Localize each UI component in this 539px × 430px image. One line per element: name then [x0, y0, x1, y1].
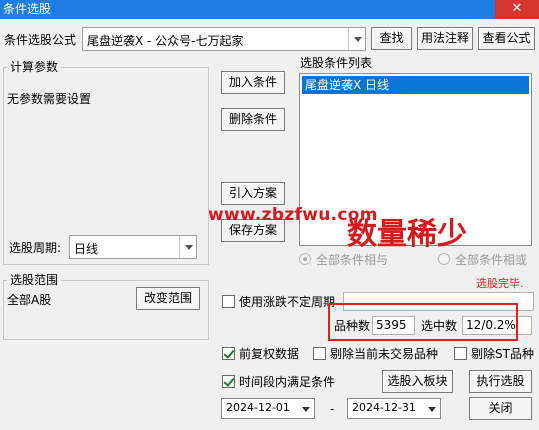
list-item[interactable]: 尾盘逆袭X 日线 — [302, 76, 529, 94]
scope-group-title: 选股范围 — [7, 273, 62, 287]
period-label: 选股周期: — [9, 241, 62, 255]
params-text: 无参数需要设置 — [7, 92, 92, 106]
window-titlebar: 条件选股 — [0, 0, 539, 19]
chevron-down-icon[interactable] — [299, 402, 312, 416]
window-title: 条件选股 — [3, 2, 52, 16]
time-range-checkbox[interactable] — [222, 375, 235, 388]
adjust-checkbox[interactable] — [222, 347, 235, 360]
condition-list-title: 选股条件列表 — [300, 56, 373, 70]
change-scope-button[interactable]: 改变范围 — [136, 287, 200, 310]
run-selection-button[interactable]: 执行选股 — [469, 370, 532, 393]
formula-select-value: 尾盘逆袭X - 公众号-七万起家 — [87, 34, 244, 48]
scope-text: 全部A股 — [7, 293, 52, 307]
find-button[interactable]: 查找 — [371, 27, 412, 50]
or-radio[interactable] — [438, 253, 450, 265]
or-radio-label: 全部条件相或 — [455, 253, 528, 267]
import-scheme-button[interactable]: 引入方案 — [221, 182, 285, 205]
view-formula-button[interactable]: 查看公式 — [478, 27, 535, 50]
close-button[interactable]: 关闭 — [469, 397, 532, 420]
exclude-untraded-label: 剔除当前未交易品种 — [330, 347, 439, 361]
formula-select[interactable]: 尾盘逆袭X - 公众号-七万起家 — [82, 27, 366, 51]
and-radio-label: 全部条件相与 — [316, 253, 389, 267]
start-date-picker[interactable]: 2024-12-01 — [221, 398, 315, 419]
exclude-st-label: 剔除ST品种 — [471, 347, 534, 361]
usage-notes-button[interactable]: 用法注释 — [417, 27, 473, 50]
chevron-down-icon[interactable] — [425, 402, 438, 416]
time-range-label: 时间段内满足条件 — [239, 375, 336, 389]
end-date-value: 2024-12-31 — [352, 401, 416, 414]
params-group-title: 计算参数 — [7, 60, 62, 74]
end-date-picker[interactable]: 2024-12-31 — [347, 398, 441, 419]
chevron-down-icon[interactable] — [179, 236, 196, 258]
period-select[interactable]: 日线 — [69, 235, 197, 259]
exclude-untraded-checkbox[interactable] — [313, 347, 326, 360]
period-select-value: 日线 — [74, 242, 99, 256]
and-radio[interactable] — [299, 253, 311, 265]
chevron-down-icon[interactable] — [348, 28, 365, 50]
adjust-label: 前复权数据 — [239, 347, 300, 361]
date-separator: - — [330, 402, 335, 416]
highlight-box — [328, 303, 518, 341]
unstable-period-label: 使用涨跌不定周期 — [239, 295, 336, 309]
unstable-period-checkbox[interactable] — [222, 295, 235, 308]
formula-label: 条件选股公式 — [4, 33, 77, 47]
status-done: 选股完毕. — [476, 277, 524, 290]
window-close-button[interactable]: ✕ — [495, 0, 539, 19]
watermark-banner: 数量稀少 — [347, 217, 467, 252]
start-date-value: 2024-12-01 — [226, 401, 290, 414]
remove-condition-button[interactable]: 删除条件 — [221, 108, 285, 131]
add-to-block-button[interactable]: 选股入板块 — [382, 370, 453, 393]
exclude-st-checkbox[interactable] — [454, 347, 467, 360]
add-condition-button[interactable]: 加入条件 — [221, 71, 285, 94]
